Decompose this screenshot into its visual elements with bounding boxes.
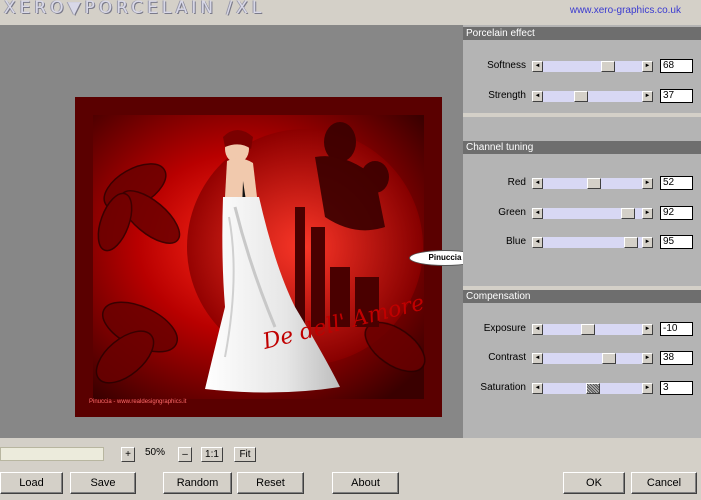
red-slider[interactable]: ◄ ► bbox=[532, 178, 653, 189]
saturation-label: Saturation bbox=[480, 382, 526, 393]
section-porcelain-header: Porcelain effect bbox=[463, 27, 701, 40]
arrow-left-icon[interactable]: ◄ bbox=[532, 353, 543, 364]
arrow-right-icon[interactable]: ► bbox=[642, 61, 653, 72]
zoom-level: 50% bbox=[145, 447, 166, 458]
zoom-1to1-button[interactable]: 1:1 bbox=[201, 447, 223, 462]
green-label: Green bbox=[498, 207, 526, 218]
softness-slider-thumb[interactable] bbox=[601, 61, 615, 72]
random-button[interactable]: Random bbox=[163, 472, 232, 494]
cancel-button[interactable]: Cancel bbox=[631, 472, 697, 494]
arrow-left-icon[interactable]: ◄ bbox=[532, 91, 543, 102]
exposure-label: Exposure bbox=[483, 323, 526, 334]
image-caption: Pinuccia - www.realdesigngraphics.it bbox=[89, 399, 187, 405]
exposure-value-input[interactable]: -10 bbox=[660, 322, 693, 336]
title-bar: XERO▼PORCELAIN /XL www.xero-graphics.co.… bbox=[0, 0, 701, 20]
exposure-slider-thumb[interactable] bbox=[581, 324, 595, 335]
blue-slider-track[interactable] bbox=[543, 237, 642, 248]
red-value-input[interactable]: 52 bbox=[660, 176, 693, 190]
about-button[interactable]: About bbox=[332, 472, 399, 494]
preview-pane[interactable]: De dell' Amore Pinuccia - www.realdesign… bbox=[0, 25, 463, 438]
arrow-left-icon[interactable]: ◄ bbox=[532, 208, 543, 219]
section-channel-header: Channel tuning bbox=[463, 141, 701, 154]
strength-label: Strength bbox=[488, 90, 526, 101]
settings-panel: Porcelain effect Channel tuning Compensa… bbox=[463, 25, 701, 438]
saturation-slider-thumb[interactable] bbox=[586, 383, 600, 394]
red-slider-track[interactable] bbox=[543, 178, 642, 189]
arrow-right-icon[interactable]: ► bbox=[642, 383, 653, 394]
arrow-right-icon[interactable]: ► bbox=[642, 353, 653, 364]
website-link[interactable]: www.xero-graphics.co.uk bbox=[570, 5, 681, 16]
arrow-left-icon[interactable]: ◄ bbox=[532, 237, 543, 248]
blue-slider[interactable]: ◄ ► bbox=[532, 237, 653, 248]
saturation-slider[interactable]: ◄ ► bbox=[532, 383, 653, 394]
saturation-slider-track[interactable] bbox=[543, 383, 642, 394]
contrast-label: Contrast bbox=[488, 352, 526, 363]
load-button[interactable]: Load bbox=[0, 472, 63, 494]
contrast-slider-track[interactable] bbox=[543, 353, 642, 364]
green-slider[interactable]: ◄ ► bbox=[532, 208, 653, 219]
green-value-input[interactable]: 92 bbox=[660, 206, 693, 220]
zoom-bar bbox=[0, 439, 701, 463]
red-slider-thumb[interactable] bbox=[587, 178, 601, 189]
contrast-slider[interactable]: ◄ ► bbox=[532, 353, 653, 364]
arrow-left-icon[interactable]: ◄ bbox=[532, 178, 543, 189]
app-logo-title: XERO▼PORCELAIN /XL bbox=[4, 0, 266, 18]
strength-value-input[interactable]: 37 bbox=[660, 89, 693, 103]
section-divider bbox=[463, 113, 701, 117]
zoom-fit-button[interactable]: Fit bbox=[234, 447, 256, 462]
save-button[interactable]: Save bbox=[70, 472, 136, 494]
blue-slider-thumb[interactable] bbox=[624, 237, 638, 248]
arrow-right-icon[interactable]: ► bbox=[642, 237, 653, 248]
arrow-left-icon[interactable]: ◄ bbox=[532, 61, 543, 72]
exposure-slider-track[interactable] bbox=[543, 324, 642, 335]
arrow-left-icon[interactable]: ◄ bbox=[532, 324, 543, 335]
blue-label: Blue bbox=[505, 236, 526, 247]
softness-slider-track[interactable] bbox=[543, 61, 642, 72]
exposure-slider[interactable]: ◄ ► bbox=[532, 324, 653, 335]
arrow-right-icon[interactable]: ► bbox=[642, 178, 653, 189]
blue-value-input[interactable]: 95 bbox=[660, 235, 693, 249]
strength-slider-track[interactable] bbox=[543, 91, 642, 102]
filename-field[interactable] bbox=[0, 447, 104, 461]
softness-label: Softness bbox=[487, 60, 526, 71]
contrast-value-input[interactable]: 38 bbox=[660, 351, 693, 365]
softness-slider[interactable]: ◄ ► bbox=[532, 61, 653, 72]
arrow-right-icon[interactable]: ► bbox=[642, 91, 653, 102]
red-label: Red bbox=[507, 177, 526, 188]
reset-button[interactable]: Reset bbox=[237, 472, 304, 494]
ok-button[interactable]: OK bbox=[563, 472, 625, 494]
green-slider-track[interactable] bbox=[543, 208, 642, 219]
contrast-slider-thumb[interactable] bbox=[602, 353, 616, 364]
arrow-right-icon[interactable]: ► bbox=[642, 208, 653, 219]
section-compensation-header: Compensation bbox=[463, 290, 701, 303]
saturation-value-input[interactable]: 3 bbox=[660, 381, 693, 395]
green-slider-thumb[interactable] bbox=[621, 208, 635, 219]
arrow-right-icon[interactable]: ► bbox=[642, 324, 653, 335]
preview-image[interactable]: De dell' Amore Pinuccia - www.realdesign… bbox=[75, 97, 442, 417]
softness-value-input[interactable]: 68 bbox=[660, 59, 693, 73]
zoom-out-button[interactable]: – bbox=[178, 447, 192, 462]
zoom-in-button[interactable]: + bbox=[121, 447, 135, 462]
strength-slider-thumb[interactable] bbox=[574, 91, 588, 102]
arrow-left-icon[interactable]: ◄ bbox=[532, 383, 543, 394]
strength-slider[interactable]: ◄ ► bbox=[532, 91, 653, 102]
preview-artwork: De dell' Amore bbox=[75, 97, 442, 417]
